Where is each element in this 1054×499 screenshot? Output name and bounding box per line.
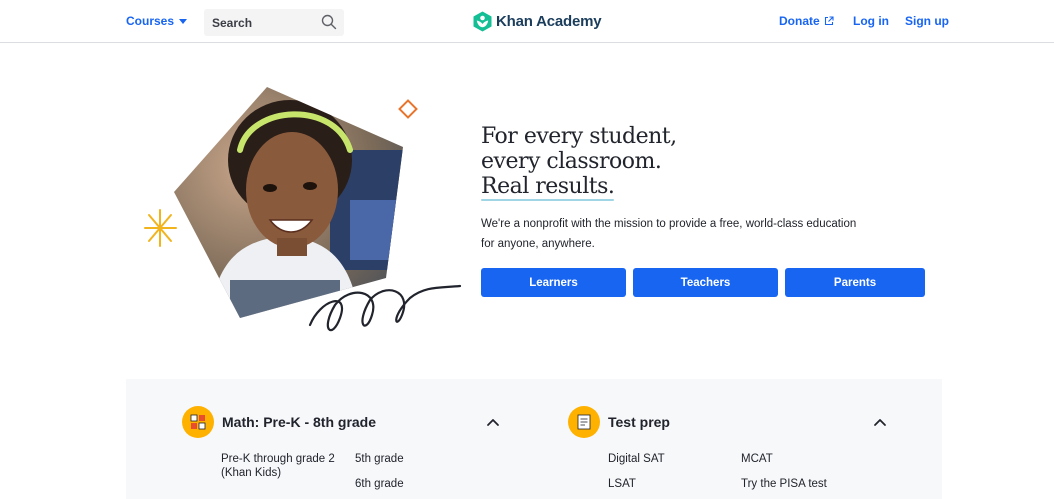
headline-underline bbox=[481, 199, 614, 201]
lsat-link[interactable]: LSAT bbox=[608, 477, 636, 491]
teachers-button[interactable]: Teachers bbox=[633, 268, 778, 297]
chevron-up-icon[interactable] bbox=[486, 417, 500, 427]
external-link-icon bbox=[824, 16, 834, 26]
khan-leaf-icon bbox=[473, 11, 492, 32]
hero-headline: For every student, every classroom. Real… bbox=[481, 124, 677, 199]
learners-button[interactable]: Learners bbox=[481, 268, 626, 297]
math-5th-grade-link[interactable]: 5th grade bbox=[355, 452, 404, 466]
test-prep-course-title[interactable]: Test prep bbox=[608, 414, 670, 430]
hero-student-photo bbox=[144, 87, 462, 332]
login-label: Log in bbox=[853, 14, 889, 28]
digital-sat-link[interactable]: Digital SAT bbox=[608, 452, 665, 466]
math-prek-grade2-link[interactable]: Pre-K through grade 2 (Khan Kids) bbox=[221, 452, 335, 480]
mission-line-2: for anyone, anywhere. bbox=[481, 238, 595, 250]
math-6th-grade-link[interactable]: 6th grade bbox=[355, 477, 404, 491]
signup-link[interactable]: Sign up bbox=[905, 14, 949, 28]
headline-line-1: For every student, bbox=[481, 124, 677, 149]
chevron-up-icon[interactable] bbox=[873, 417, 887, 427]
math-course-title[interactable]: Math: Pre-K - 8th grade bbox=[222, 414, 376, 430]
math-prek-line-2: (Khan Kids) bbox=[221, 467, 282, 479]
donate-link[interactable]: Donate bbox=[779, 14, 834, 28]
search-box bbox=[204, 9, 344, 36]
donate-label: Donate bbox=[779, 14, 820, 28]
courses-menu-button[interactable]: Courses bbox=[126, 14, 188, 28]
login-link[interactable]: Log in bbox=[853, 14, 889, 28]
search-icon[interactable] bbox=[321, 14, 337, 30]
test-prep-icon bbox=[568, 406, 600, 438]
parents-button[interactable]: Parents bbox=[785, 268, 925, 297]
search-input[interactable] bbox=[204, 9, 316, 36]
chevron-down-icon bbox=[179, 19, 188, 24]
signup-label: Sign up bbox=[905, 14, 949, 28]
pisa-test-link[interactable]: Try the PISA test bbox=[741, 477, 827, 491]
mission-statement: We're a nonprofit with the mission to pr… bbox=[481, 214, 871, 254]
brand-name: Khan Academy bbox=[496, 13, 602, 30]
math-blocks-icon bbox=[182, 406, 214, 438]
mcat-link[interactable]: MCAT bbox=[741, 452, 773, 466]
headline-line-2: every classroom. bbox=[481, 149, 662, 174]
khan-academy-logo[interactable]: Khan Academy bbox=[473, 11, 602, 32]
headline-line-3: Real results. bbox=[481, 174, 615, 199]
courses-label: Courses bbox=[126, 14, 175, 28]
top-nav: Courses Khan Academy Donate Log in Sign … bbox=[0, 0, 1054, 43]
mission-line-1: We're a nonprofit with the mission to pr… bbox=[481, 218, 857, 230]
math-prek-line-1: Pre-K through grade 2 bbox=[221, 453, 335, 465]
